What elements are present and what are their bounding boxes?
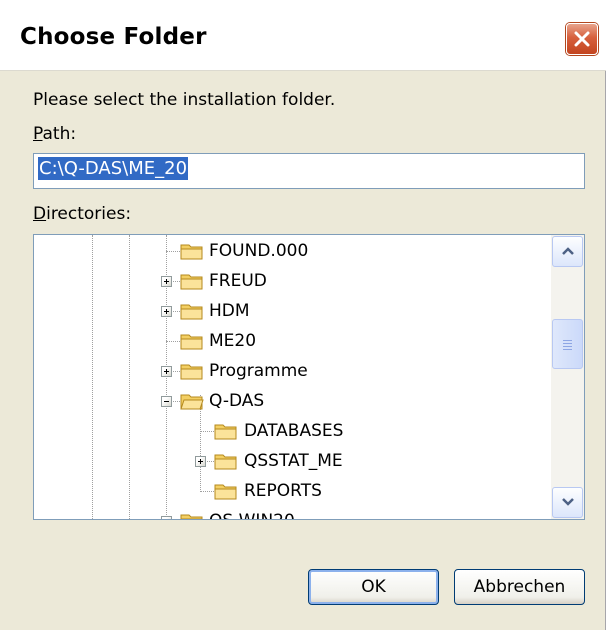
folder-icon: [214, 424, 237, 440]
scroll-thumb[interactable]: [552, 319, 583, 369]
directories-label-text: irectories:: [46, 204, 132, 224]
tree-item-label[interactable]: FREUD: [209, 271, 267, 291]
folder-icon: [180, 364, 203, 380]
tree-guide-line: [92, 235, 93, 519]
expand-toggle-plus[interactable]: [161, 516, 172, 519]
tree-connector: [200, 491, 214, 492]
folder-icon: [180, 304, 203, 320]
tree-item-label[interactable]: FOUND.000: [209, 241, 308, 261]
directories-label: Directories:: [33, 204, 131, 224]
collapse-toggle-minus[interactable]: [161, 396, 172, 407]
path-input-value: C:\Q-DAS\ME_20: [38, 157, 189, 180]
title-bar[interactable]: Choose Folder: [0, 0, 606, 71]
tree-item-label[interactable]: QS-WIN20: [209, 511, 295, 519]
grip-line: [563, 343, 572, 344]
tree-guide-line: [129, 235, 130, 519]
folder-icon: [180, 244, 203, 260]
dialog-title: Choose Folder: [20, 24, 207, 50]
path-input[interactable]: C:\Q-DAS\ME_20: [33, 153, 585, 189]
directories-label-accesskey: D: [33, 204, 47, 224]
grip-line: [563, 349, 572, 350]
scroll-down-button[interactable]: [552, 487, 583, 518]
expand-toggle-plus[interactable]: [161, 276, 172, 287]
instruction-text: Please select the installation folder.: [33, 90, 336, 110]
grip-line: [563, 340, 572, 341]
tree-item-label[interactable]: DATABASES: [244, 421, 343, 441]
tree-connector: [166, 251, 180, 252]
vertical-scrollbar[interactable]: [551, 235, 584, 519]
expand-toggle-plus[interactable]: [161, 306, 172, 317]
tree-item-label[interactable]: ME20: [209, 331, 256, 351]
close-icon: [574, 31, 590, 47]
folder-icon: [180, 274, 203, 290]
folder-icon: [214, 484, 237, 500]
tree-item-label[interactable]: REPORTS: [244, 481, 322, 501]
tree-content: FOUND.000 FREUD HDM ME20 Programme Q-DAS…: [34, 235, 550, 519]
scroll-up-button[interactable]: [552, 236, 583, 267]
tree-item-label[interactable]: Q-DAS: [209, 391, 264, 411]
chevron-down-icon: [562, 498, 574, 506]
close-button[interactable]: [566, 23, 598, 55]
folder-icon: [214, 454, 237, 470]
path-label-text: ath:: [42, 124, 77, 144]
directory-tree[interactable]: FOUND.000 FREUD HDM ME20 Programme Q-DAS…: [33, 234, 585, 520]
folder-icon: [180, 334, 203, 350]
choose-folder-dialog: Choose Folder Please select the installa…: [0, 0, 606, 630]
folder-icon: [180, 514, 203, 519]
tree-item-label[interactable]: Programme: [209, 361, 308, 381]
cancel-button[interactable]: Abbrechen: [454, 569, 585, 605]
open-folder-icon: [180, 394, 204, 410]
grip-line: [563, 346, 572, 347]
path-label-accesskey: P: [33, 124, 43, 144]
expand-toggle-plus[interactable]: [161, 366, 172, 377]
tree-connector: [166, 341, 180, 342]
path-label: Path:: [33, 124, 76, 144]
tree-item-label[interactable]: HDM: [209, 301, 250, 321]
tree-connector: [200, 431, 214, 432]
chevron-up-icon: [562, 247, 574, 255]
expand-toggle-plus[interactable]: [195, 456, 206, 467]
ok-button[interactable]: OK: [308, 569, 439, 605]
tree-item-label[interactable]: QSSTAT_ME: [244, 451, 343, 471]
